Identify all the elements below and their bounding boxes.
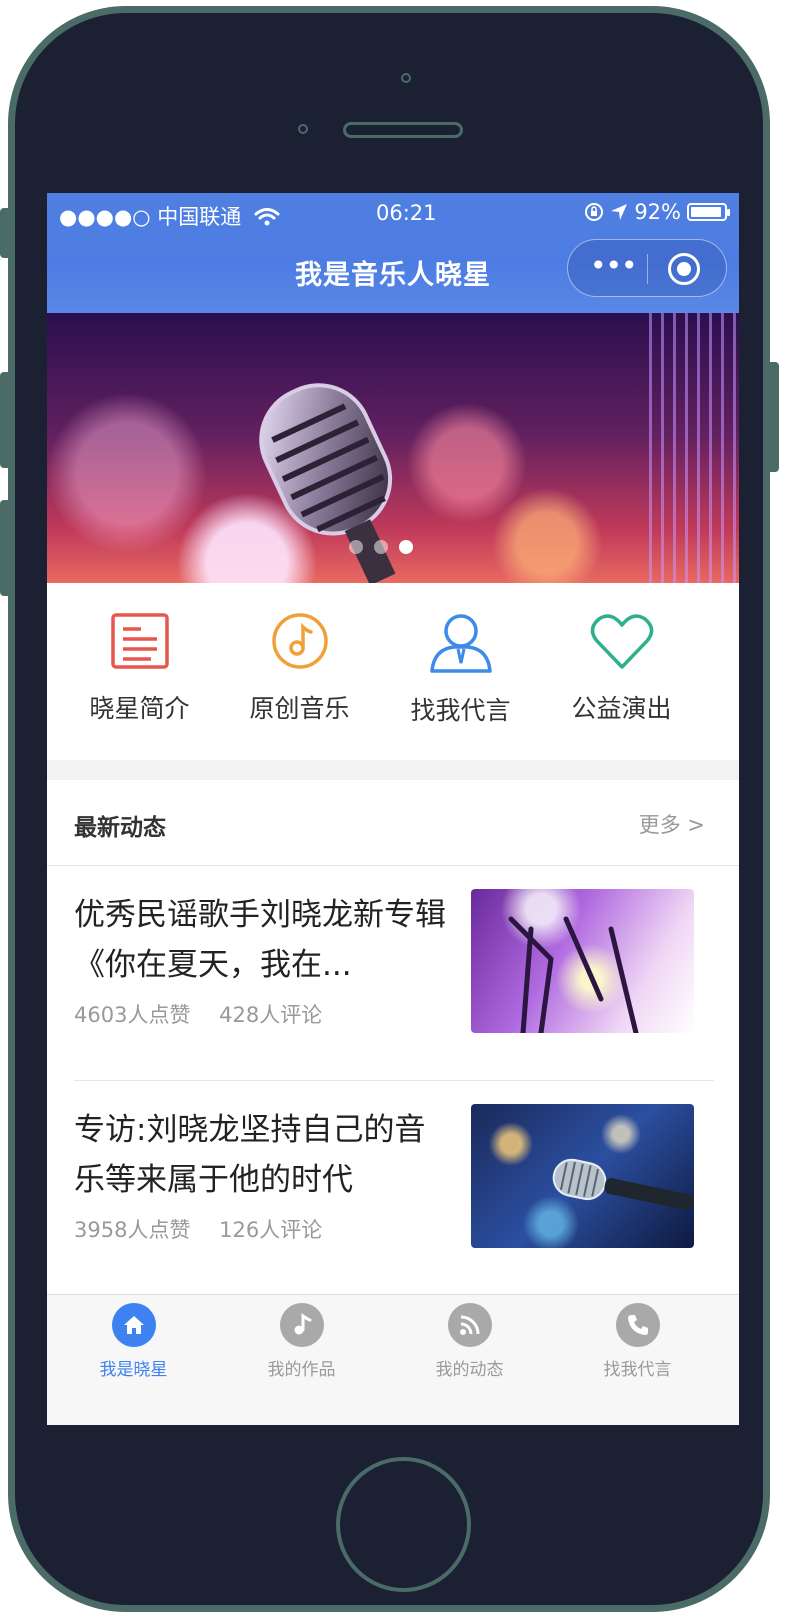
proximity-sensor — [298, 124, 308, 134]
location-arrow-icon — [611, 204, 628, 220]
news-title: 优秀民谣歌手刘晓龙新专辑《你在夏天，我在... — [74, 897, 446, 983]
microphone-photo — [552, 1158, 694, 1211]
light-bars-decoration — [649, 313, 739, 583]
home-button[interactable] — [336, 1457, 471, 1592]
news-item[interactable]: 优秀民谣歌手刘晓龙新专辑《你在夏天，我在... 4603人点赞 428人评论 — [74, 866, 714, 1081]
category-original-music[interactable]: 原创音乐 — [213, 611, 386, 725]
category-charity-show[interactable]: 公益演出 — [535, 611, 708, 725]
category-profile[interactable]: 晓星简介 — [53, 611, 226, 725]
mini-program-capsule: ••• — [567, 239, 727, 297]
battery-icon — [687, 203, 730, 221]
tab-works[interactable]: 我的作品 — [215, 1303, 388, 1380]
mic-stands-image — [508, 916, 639, 1033]
wifi-icon — [254, 208, 280, 226]
capsule-divider — [647, 254, 648, 284]
carousel-dot[interactable] — [374, 540, 388, 554]
carrier-text: ●●●●○ 中国联通 — [59, 205, 242, 229]
more-link[interactable]: 更多 > — [639, 809, 705, 839]
comments-count: 126人评论 — [219, 1218, 323, 1242]
volume-down-button — [0, 500, 8, 596]
orientation-lock-icon — [585, 203, 604, 221]
tab-me[interactable]: 我是晓星 — [47, 1303, 220, 1380]
news-title: 专访:刘晓龙坚持自己的音乐等来属于他的时代 — [74, 1112, 426, 1198]
news-thumbnail — [471, 889, 694, 1033]
earpiece-speaker — [343, 122, 463, 138]
home-icon — [111, 1303, 156, 1347]
document-icon — [110, 613, 169, 669]
carrier-label: ●●●●○ 中国联通 — [59, 201, 280, 231]
likes-count: 3958人点赞 — [74, 1218, 191, 1242]
category-label: 晓星简介 — [89, 694, 190, 723]
rss-icon — [447, 1303, 492, 1347]
heart-icon — [590, 614, 653, 669]
news-section-header: 最新动态 更多 > — [47, 780, 739, 866]
section-divider — [47, 760, 739, 780]
mute-switch — [0, 208, 8, 258]
music-note-icon — [271, 613, 328, 669]
carousel-indicator — [349, 540, 413, 554]
likes-count: 4603人点赞 — [74, 1003, 191, 1027]
nav-header: ●●●●○ 中国联通 06:21 92% 我是音乐人晓星 ••• — [47, 193, 739, 313]
news-stats: 3958人点赞 126人评论 — [74, 1214, 344, 1244]
category-endorsement[interactable]: 找我代言 — [374, 611, 547, 727]
phone-icon — [615, 1303, 660, 1347]
banner-carousel[interactable] — [47, 313, 739, 583]
battery-percent: 92% — [634, 200, 681, 224]
tab-label: 我的动态 — [435, 1360, 504, 1380]
more-menu-button[interactable]: ••• — [590, 252, 638, 280]
power-button — [770, 362, 779, 472]
category-grid: 晓星简介 原创音乐 找我代言 公益演出 — [47, 583, 739, 760]
tab-label: 我是晓星 — [99, 1360, 168, 1380]
status-time: 06:21 — [376, 201, 437, 225]
tab-label: 找我代言 — [603, 1360, 672, 1380]
front-camera — [401, 73, 411, 83]
status-bar: ●●●●○ 中国联通 06:21 92% — [47, 193, 739, 235]
category-label: 公益演出 — [571, 694, 672, 723]
comments-count: 428人评论 — [219, 1003, 323, 1027]
person-tie-icon — [429, 614, 492, 673]
news-thumbnail — [471, 1104, 694, 1248]
bottom-tab-bar: 我是晓星 我的作品 我的动态 找我代言 — [47, 1294, 739, 1425]
volume-up-button — [0, 372, 8, 468]
tab-updates[interactable]: 我的动态 — [383, 1303, 556, 1380]
status-right: 92% — [584, 200, 730, 224]
app-screen: ●●●●○ 中国联通 06:21 92% 我是音乐人晓星 ••• 晓星简介 原创… — [47, 193, 739, 1425]
tab-label: 我的作品 — [267, 1360, 336, 1380]
news-heading: 最新动态 — [74, 815, 166, 841]
news-item[interactable]: 专访:刘晓龙坚持自己的音乐等来属于他的时代 3958人点赞 126人评论 — [74, 1081, 714, 1296]
music-note-icon — [279, 1303, 324, 1347]
carousel-dot[interactable] — [349, 540, 363, 554]
news-stats: 4603人点赞 428人评论 — [74, 999, 344, 1029]
close-mini-program-button[interactable] — [668, 253, 700, 285]
category-label: 原创音乐 — [249, 694, 350, 723]
carousel-dot-active[interactable] — [399, 540, 413, 554]
tab-contact[interactable]: 找我代言 — [551, 1303, 724, 1380]
category-label: 找我代言 — [410, 696, 511, 725]
